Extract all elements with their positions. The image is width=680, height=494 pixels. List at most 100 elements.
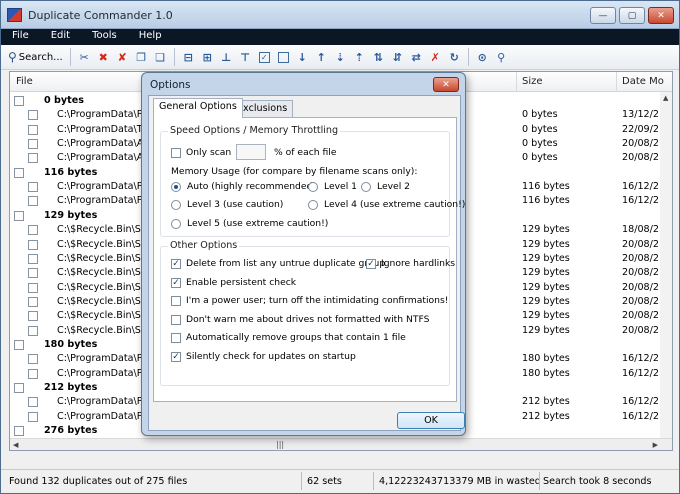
scroll-thumb-grip[interactable]: ||| xyxy=(276,440,284,449)
toolbar: ⚲ Search... ✂ ✖ ✘ ❐ ❏ ⊟ ⊞ ⊥ ⊤ ✓ ↓ ↑ ⇣ ⇡ … xyxy=(1,45,679,70)
column-date[interactable]: Date Mo xyxy=(622,76,664,87)
delete-file-icon[interactable]: ✖ xyxy=(95,49,111,65)
group-label: 116 bytes xyxy=(44,166,98,178)
save-list-icon[interactable]: ⊟ xyxy=(180,49,196,65)
file-size: 129 bytes xyxy=(522,324,570,336)
option-power-user-checkbox[interactable] xyxy=(171,296,181,306)
file-size: 0 bytes xyxy=(522,138,558,150)
scroll-up-icon[interactable]: ▲ xyxy=(663,94,668,102)
only-scan-percent-input[interactable] xyxy=(236,144,266,160)
row-checkbox[interactable] xyxy=(28,124,38,135)
option-remove-single-groups-checkbox[interactable] xyxy=(171,333,181,343)
check-all-icon[interactable]: ✓ xyxy=(258,51,270,63)
refresh-icon[interactable]: ↻ xyxy=(446,49,462,65)
radio-level-1[interactable] xyxy=(308,182,318,192)
row-checkbox[interactable] xyxy=(28,239,38,250)
move-icon[interactable]: ❏ xyxy=(152,49,168,65)
column-size[interactable]: Size xyxy=(522,76,543,87)
row-checkbox[interactable] xyxy=(14,167,24,178)
vertical-scrollbar[interactable]: ▲ ▼ xyxy=(660,92,672,450)
invert-selection-icon[interactable]: ⇄ xyxy=(408,49,424,65)
other-options-title: Other Options xyxy=(168,240,240,251)
radio-level-2[interactable] xyxy=(361,182,371,192)
status-search-time: Search took 8 seconds xyxy=(543,476,652,487)
row-checkbox[interactable] xyxy=(28,182,38,193)
row-checkbox[interactable] xyxy=(14,96,24,106)
row-checkbox[interactable] xyxy=(14,426,24,437)
file-path: C:\$Recycle.Bin\S-1- xyxy=(57,281,154,293)
option-persistent-check-checkbox[interactable]: ✓ xyxy=(171,278,181,288)
radio-level-5[interactable] xyxy=(171,219,181,229)
select-duplicates-icon[interactable]: ✂ xyxy=(76,49,92,65)
row-checkbox[interactable] xyxy=(28,196,38,207)
scroll-left-icon[interactable]: ◀ xyxy=(13,441,18,449)
expand-icon[interactable]: ⇣ xyxy=(332,49,348,65)
horizontal-scrollbar[interactable]: ◀ ||| ▶ xyxy=(10,438,672,450)
find-icon[interactable]: ⚲ xyxy=(493,49,509,65)
row-checkbox[interactable] xyxy=(28,153,38,164)
row-checkbox[interactable] xyxy=(28,139,38,150)
scroll-right-icon[interactable]: ▶ xyxy=(653,441,658,449)
sort-down-icon[interactable]: ↓ xyxy=(294,49,310,65)
row-checkbox[interactable] xyxy=(14,383,24,393)
row-checkbox[interactable] xyxy=(28,411,38,422)
row-checkbox[interactable] xyxy=(28,325,38,336)
radio-level-4[interactable] xyxy=(308,200,318,210)
file-date: 13/12/2 xyxy=(622,109,659,121)
maximize-button[interactable]: ▢ xyxy=(619,7,645,24)
row-checkbox[interactable] xyxy=(28,268,38,279)
only-scan-checkbox[interactable] xyxy=(171,148,181,158)
row-checkbox[interactable] xyxy=(28,225,38,236)
check-newest-icon[interactable]: ⇅ xyxy=(370,49,386,65)
save-as-icon[interactable]: ⊞ xyxy=(199,49,215,65)
group-label: 276 bytes xyxy=(44,425,98,437)
option-check-updates-checkbox[interactable]: ✓ xyxy=(171,352,181,362)
row-checkbox[interactable] xyxy=(28,253,38,264)
tab-general-options[interactable]: General Options xyxy=(153,98,243,118)
close-button[interactable]: ✕ xyxy=(648,7,674,24)
row-checkbox[interactable] xyxy=(28,354,38,365)
file-date: 20/08/2 xyxy=(622,281,659,293)
menu-file[interactable]: File xyxy=(1,29,40,45)
radio-auto[interactable] xyxy=(171,182,181,192)
search-button[interactable]: ⚲ Search... xyxy=(5,47,66,67)
filter-icon[interactable]: ⊤ xyxy=(237,49,253,65)
row-checkbox[interactable] xyxy=(14,339,24,350)
row-checkbox[interactable] xyxy=(14,210,24,221)
collapse-icon[interactable]: ⇡ xyxy=(351,49,367,65)
menu-tools[interactable]: Tools xyxy=(81,29,128,45)
delete-all-icon[interactable]: ✘ xyxy=(114,49,130,65)
file-size: 0 bytes xyxy=(522,109,558,121)
option-ignore-hardlinks-checkbox[interactable]: ✓ xyxy=(366,259,376,269)
row-checkbox[interactable] xyxy=(28,397,38,408)
option-delete-untrue-checkbox[interactable]: ✓ xyxy=(171,259,181,269)
column-file[interactable]: File xyxy=(16,76,33,87)
options-icon[interactable]: ⊙ xyxy=(474,49,490,65)
file-size: 129 bytes xyxy=(522,281,570,293)
dialog-close-button[interactable]: ✕ xyxy=(433,77,459,92)
minimize-button[interactable]: — xyxy=(590,7,616,24)
group-label: 180 bytes xyxy=(44,338,98,350)
row-checkbox[interactable] xyxy=(28,368,38,379)
menu-help[interactable]: Help xyxy=(128,29,173,45)
row-checkbox[interactable] xyxy=(28,282,38,293)
menu-edit[interactable]: Edit xyxy=(40,29,81,45)
remove-group-icon[interactable]: ✗ xyxy=(427,49,443,65)
row-checkbox[interactable] xyxy=(28,110,38,121)
uncheck-all-icon[interactable] xyxy=(277,51,289,63)
option-ntfs-warning-checkbox[interactable] xyxy=(171,315,181,325)
copy-icon[interactable]: ❐ xyxy=(133,49,149,65)
row-checkbox[interactable] xyxy=(28,311,38,322)
file-date: 20/08/2 xyxy=(622,252,659,264)
sort-up-icon[interactable]: ↑ xyxy=(313,49,329,65)
column-divider[interactable] xyxy=(516,72,517,92)
file-date: 20/08/2 xyxy=(622,310,659,322)
file-size: 129 bytes xyxy=(522,310,570,322)
file-size: 0 bytes xyxy=(522,152,558,164)
check-oldest-icon[interactable]: ⇵ xyxy=(389,49,405,65)
column-divider[interactable] xyxy=(616,72,617,92)
radio-level-3[interactable] xyxy=(171,200,181,210)
row-checkbox[interactable] xyxy=(28,296,38,307)
ok-button[interactable]: OK xyxy=(397,412,465,429)
export-icon[interactable]: ⊥ xyxy=(218,49,234,65)
